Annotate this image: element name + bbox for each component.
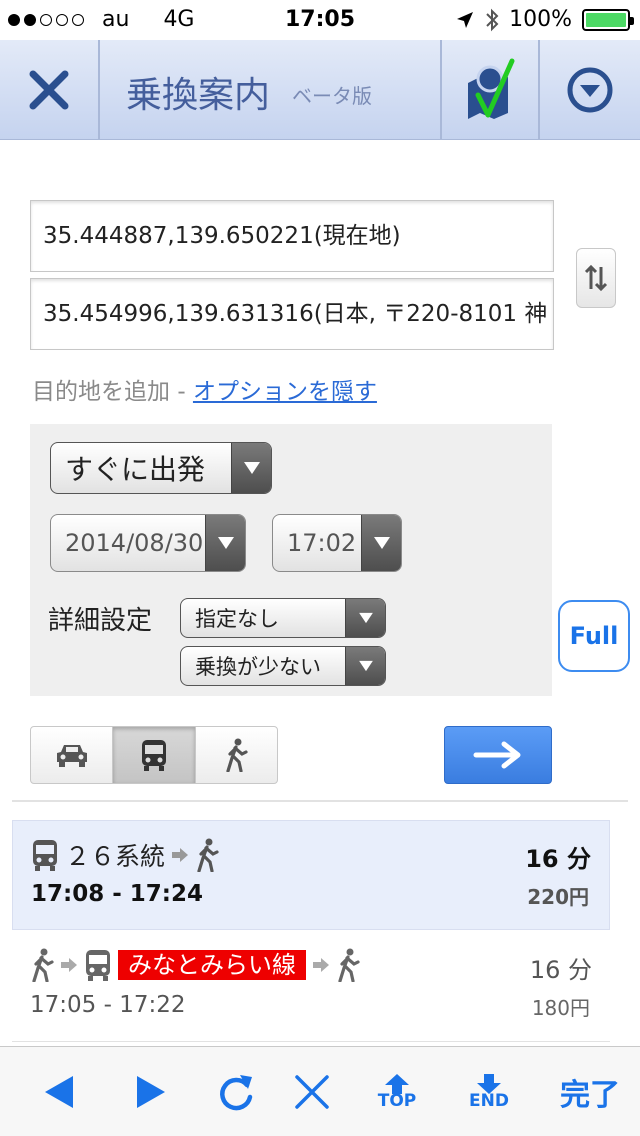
scroll-end-button[interactable]: END bbox=[458, 1047, 520, 1136]
beta-label: ベータ版 bbox=[292, 84, 372, 108]
forward-arrow-icon bbox=[137, 1076, 165, 1108]
chevron-down-icon bbox=[205, 515, 245, 571]
menu-dropdown-button[interactable] bbox=[540, 40, 640, 140]
app-header: 乗換案内 ベータ版 bbox=[0, 40, 640, 140]
close-button[interactable] bbox=[0, 40, 100, 140]
hide-options-link[interactable]: オプションを隠す bbox=[193, 379, 377, 405]
chevron-down-icon bbox=[345, 599, 385, 637]
route-steps: みなとみらい線 bbox=[30, 948, 360, 982]
arrow-right-icon bbox=[473, 741, 521, 769]
chevron-down-icon bbox=[345, 647, 385, 685]
departure-mode-select[interactable]: すぐに出発 bbox=[50, 442, 272, 494]
detail-settings-label: 詳細設定 bbox=[48, 606, 153, 636]
time-select[interactable]: 17:02 bbox=[272, 514, 402, 572]
route-duration: 16 分 bbox=[529, 956, 592, 984]
departure-mode-value: すぐに出発 bbox=[65, 453, 206, 486]
bus-icon bbox=[141, 740, 166, 771]
battery-percent: 100% bbox=[509, 7, 572, 32]
walk-icon bbox=[226, 738, 248, 772]
date-select[interactable]: 2014/08/30 bbox=[50, 514, 246, 572]
full-button[interactable]: Full bbox=[558, 600, 630, 672]
location-arrow-icon bbox=[457, 11, 474, 28]
map-check-icon bbox=[468, 58, 515, 119]
route-times: 17:05 - 17:22 bbox=[30, 992, 186, 1018]
origin-input[interactable]: 35.444887,139.650221(現在地) bbox=[30, 200, 554, 272]
mode-car-button[interactable] bbox=[31, 727, 114, 783]
car-icon bbox=[56, 745, 87, 767]
date-value: 2014/08/30 bbox=[65, 529, 204, 557]
mode-transit-button[interactable] bbox=[113, 727, 196, 783]
step-arrow-icon bbox=[61, 958, 77, 972]
back-arrow-icon bbox=[45, 1076, 73, 1108]
page-title: 乗換案内 bbox=[126, 75, 271, 116]
add-destination-link[interactable]: 目的地を追加 bbox=[32, 379, 170, 405]
route-result-item[interactable]: みなとみらい線 17:05 - 17:22 16 分 180円 bbox=[12, 932, 610, 1042]
search-route-button[interactable] bbox=[444, 726, 552, 784]
forward-button[interactable] bbox=[120, 1047, 180, 1136]
divider bbox=[12, 800, 628, 802]
stop-button[interactable] bbox=[282, 1047, 342, 1136]
close-icon bbox=[29, 70, 69, 110]
route-fare: 220円 bbox=[527, 885, 589, 909]
time-value: 17:02 bbox=[287, 529, 357, 557]
route-duration: 16 分 bbox=[525, 845, 591, 873]
scroll-top-button[interactable]: TOP bbox=[366, 1047, 428, 1136]
reload-icon bbox=[220, 1075, 253, 1111]
destination-input[interactable]: 35.454996,139.631316(日本, 〒220-8101 神 bbox=[30, 278, 554, 350]
sort-order-select[interactable]: 乗換が少ない bbox=[180, 646, 386, 686]
route-steps: ２６系統 bbox=[31, 837, 219, 873]
reload-button[interactable] bbox=[206, 1047, 266, 1136]
route-times: 17:08 - 17:24 bbox=[31, 881, 203, 907]
travel-mode-toggle bbox=[30, 726, 278, 784]
separator: - bbox=[177, 379, 186, 405]
step-arrow-icon bbox=[313, 958, 329, 972]
route-filter-value: 指定なし bbox=[195, 607, 279, 631]
chevron-down-icon bbox=[361, 515, 401, 571]
end-label: END bbox=[469, 1091, 509, 1111]
map-button[interactable] bbox=[440, 40, 540, 140]
browser-toolbar: TOP END 完了 bbox=[0, 1046, 640, 1136]
step-arrow-icon bbox=[172, 848, 189, 862]
line-name-badge: みなとみらい線 bbox=[118, 950, 306, 980]
route-result-item[interactable]: ２６系統 17:08 - 17:24 16 分 220円 bbox=[12, 820, 610, 930]
walk-icon bbox=[197, 838, 219, 872]
walk-icon bbox=[32, 948, 54, 982]
status-bar: au 4G 17:05 100% bbox=[0, 0, 640, 40]
chevron-down-icon bbox=[231, 443, 271, 493]
done-button[interactable]: 完了 bbox=[548, 1047, 632, 1136]
swap-arrows-icon bbox=[584, 264, 608, 292]
top-label: TOP bbox=[377, 1091, 417, 1111]
line-name: ２６系統 bbox=[65, 842, 166, 871]
route-filter-select[interactable]: 指定なし bbox=[180, 598, 386, 638]
options-links: 目的地を追加 - オプションを隠す bbox=[32, 372, 377, 406]
options-panel: すぐに出発 2014/08/30 17:02 詳細設定 指定なし 乗換が少ない bbox=[30, 424, 552, 696]
bluetooth-icon bbox=[486, 8, 499, 31]
train-icon bbox=[86, 950, 110, 981]
route-fare: 180円 bbox=[531, 996, 590, 1020]
battery-icon bbox=[582, 8, 634, 31]
back-button[interactable] bbox=[30, 1047, 90, 1136]
close-icon bbox=[295, 1075, 329, 1109]
chevron-down-circle-icon bbox=[567, 67, 613, 113]
walk-icon bbox=[338, 948, 360, 982]
status-right: 100% bbox=[455, 7, 634, 32]
done-label: 完了 bbox=[560, 1078, 620, 1113]
mode-walk-button[interactable] bbox=[196, 727, 277, 783]
swap-button[interactable] bbox=[576, 248, 616, 308]
sort-order-value: 乗換が少ない bbox=[195, 655, 321, 679]
bus-icon bbox=[33, 840, 57, 871]
